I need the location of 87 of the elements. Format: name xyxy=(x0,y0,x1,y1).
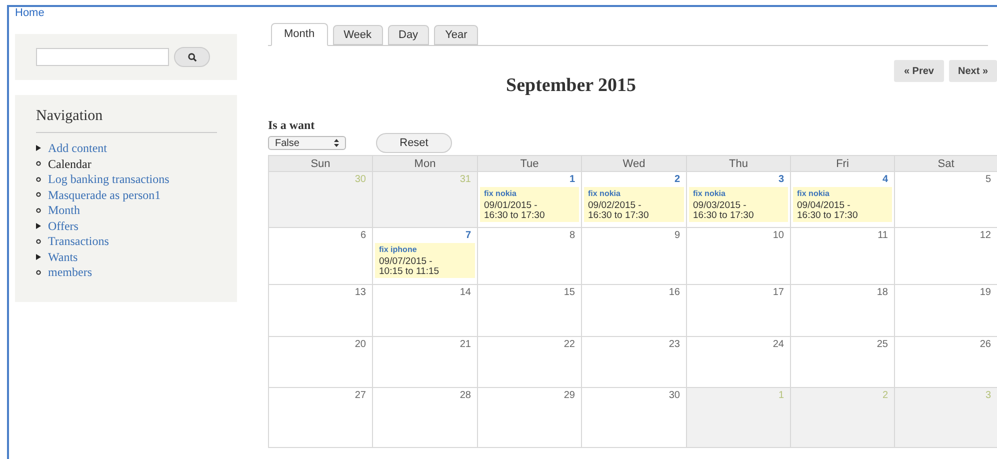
event-time: 09/01/2015 - 16:30 to 17:30 xyxy=(484,201,546,221)
navigation-link[interactable]: Month xyxy=(48,201,80,220)
day-number[interactable]: 16 xyxy=(668,287,684,299)
day-number[interactable]: 18 xyxy=(876,287,892,299)
day-number[interactable]: 22 xyxy=(564,339,579,351)
day-number[interactable]: 1 xyxy=(569,174,579,186)
day-number[interactable]: 10 xyxy=(772,230,788,242)
event-time: 09/03/2015 - 16:30 to 17:30 xyxy=(693,201,755,221)
day-number[interactable]: 6 xyxy=(360,230,370,242)
circle-bullet-icon xyxy=(36,208,41,213)
event-card[interactable]: fix nokia 09/04/2015 - 16:30 to 17:30 xyxy=(793,187,892,222)
day-number[interactable]: 2 xyxy=(674,174,684,186)
event-card[interactable]: fix nokia 09/03/2015 - 16:30 to 17:30 xyxy=(689,187,788,222)
event-time: 09/04/2015 - 16:30 to 17:30 xyxy=(797,201,859,221)
day-number[interactable]: 21 xyxy=(460,339,475,351)
event-title[interactable]: fix nokia xyxy=(693,188,784,200)
circle-bullet-icon xyxy=(36,238,41,244)
filter-select[interactable]: False xyxy=(268,136,346,150)
circle-bullet-icon xyxy=(36,192,41,198)
weekday-header: Mon xyxy=(373,156,478,172)
day-number[interactable]: 17 xyxy=(772,287,788,299)
arrow-bullet-icon xyxy=(36,145,41,152)
day-number[interactable]: 23 xyxy=(668,339,684,351)
navigation-heading: Navigation xyxy=(36,105,217,132)
day-number[interactable]: 30 xyxy=(668,390,684,402)
day-number[interactable]: 20 xyxy=(354,339,370,351)
day-number[interactable]: 24 xyxy=(772,339,788,351)
event-card[interactable]: fix nokia 09/02/2015 - 16:30 to 17:30 xyxy=(584,187,684,222)
event-title[interactable]: fix iphone xyxy=(379,244,471,256)
day-number[interactable]: 14 xyxy=(460,287,475,299)
day-number[interactable]: 27 xyxy=(354,390,370,402)
day-number[interactable]: 9 xyxy=(674,230,684,242)
arrow-bullet-icon xyxy=(36,254,41,260)
circle-bullet-icon xyxy=(36,176,41,182)
home-link[interactable]: Home xyxy=(15,7,255,20)
day-number[interactable]: 3 xyxy=(778,174,788,186)
day-number[interactable]: 26 xyxy=(980,339,995,351)
event-title[interactable]: fix nokia xyxy=(588,188,680,200)
day-number[interactable]: 28 xyxy=(460,390,475,402)
day-number[interactable]: 5 xyxy=(985,174,995,186)
weekday-header: Fri xyxy=(791,156,895,172)
search-field[interactable] xyxy=(36,48,169,66)
circle-bullet-icon xyxy=(36,270,41,275)
event-card[interactable]: fix iphone 09/07/2015 - 10:15 to 11:15 xyxy=(375,243,475,278)
weekday-header: Sat xyxy=(895,156,997,172)
weekday-header: Tue xyxy=(478,156,582,172)
select-arrows-icon xyxy=(334,139,339,147)
view-tab[interactable]: Day xyxy=(388,25,430,45)
reset-button[interactable]: Reset xyxy=(376,133,452,153)
navigation-link[interactable]: Calendar xyxy=(48,154,92,173)
select-value: False xyxy=(275,136,300,150)
navigation-link[interactable]: Wants xyxy=(48,248,78,266)
navigation-link[interactable]: members xyxy=(48,263,92,282)
navigation-link[interactable]: Offers xyxy=(48,216,78,235)
day-number[interactable]: 4 xyxy=(882,174,892,186)
search-button[interactable] xyxy=(174,47,210,67)
navigation-link[interactable]: Add content xyxy=(48,139,107,158)
navigation-link[interactable]: Transactions xyxy=(48,232,109,250)
weekday-header: Sun xyxy=(269,156,373,172)
day-number[interactable]: 12 xyxy=(980,230,995,242)
view-tab[interactable]: Year xyxy=(434,25,478,45)
day-number[interactable]: 8 xyxy=(569,230,579,242)
day-number[interactable]: 13 xyxy=(354,287,370,299)
navigation-link[interactable]: Masquerade as person1 xyxy=(48,186,161,204)
event-title[interactable]: fix nokia xyxy=(484,188,575,200)
weekday-header: Thu xyxy=(687,156,791,172)
calendar-title: September 2015 xyxy=(506,74,636,98)
event-time: 09/07/2015 - 10:15 to 11:15 xyxy=(379,257,440,277)
event-card[interactable]: fix nokia 09/01/2015 - 16:30 to 17:30 xyxy=(480,187,579,222)
event-title[interactable]: fix nokia xyxy=(797,188,888,200)
arrow-bullet-icon xyxy=(36,222,41,229)
view-tab[interactable]: Week xyxy=(332,25,382,45)
day-number[interactable]: 25 xyxy=(876,339,892,351)
view-tab[interactable]: Month xyxy=(271,23,328,46)
weekday-header: Wed xyxy=(582,156,687,172)
event-time: 09/02/2015 - 16:30 to 17:30 xyxy=(588,201,650,221)
filter-label: Is a want xyxy=(268,118,316,132)
day-number[interactable]: 19 xyxy=(980,287,995,299)
day-number[interactable]: 29 xyxy=(564,390,579,402)
next-button[interactable]: Next » xyxy=(948,60,997,82)
circle-bullet-icon xyxy=(36,161,41,166)
day-number[interactable]: 7 xyxy=(465,230,475,242)
navigation-link[interactable]: Log banking transactions xyxy=(48,170,170,188)
prev-button[interactable]: « Prev xyxy=(894,60,944,82)
day-number[interactable]: 11 xyxy=(878,230,892,242)
day-number[interactable]: 15 xyxy=(564,287,579,299)
search-icon xyxy=(188,52,196,62)
